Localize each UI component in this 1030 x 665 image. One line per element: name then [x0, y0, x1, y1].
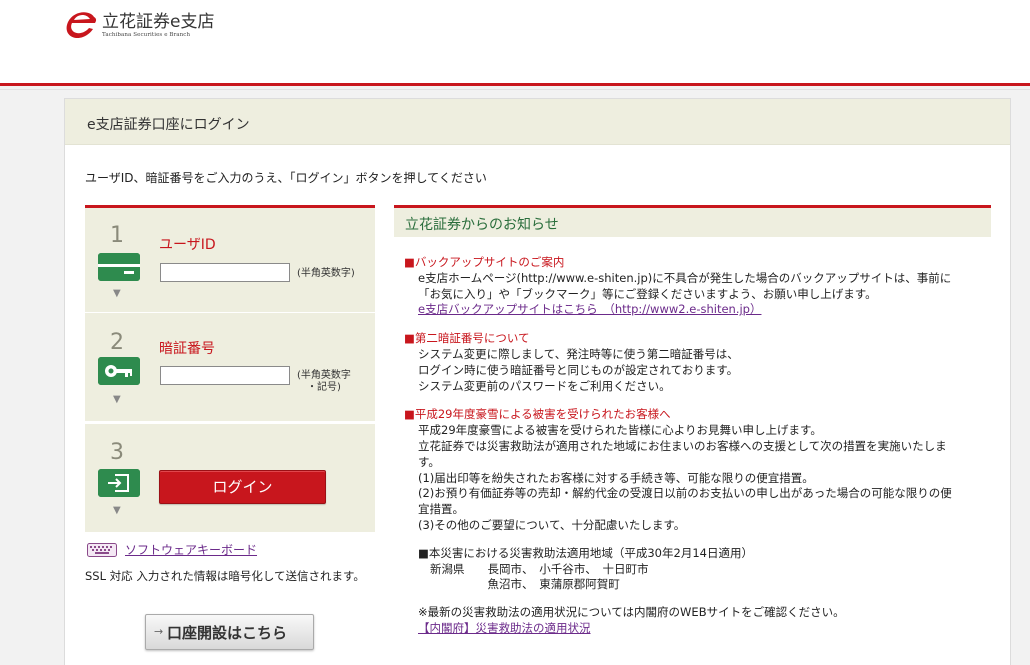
login-button[interactable]: ログイン	[159, 470, 326, 504]
news-section-title: ■第二暗証番号について	[404, 331, 530, 346]
step-number: 2	[110, 330, 124, 355]
page-title: e支店証券口座にログイン	[87, 117, 250, 133]
news-line: 「お気に入り」や「ブックマーク」等にご登録くださいますよう、お願い申し上げます。	[418, 286, 877, 301]
news-line: 宜措置。	[418, 502, 464, 517]
card-header: e支店証券口座にログイン	[65, 99, 1010, 145]
news-note: ※最新の災害救助法の適用状況については内閣府のWEBサイトをご確認ください。	[418, 605, 845, 620]
logo-subtitle: Tachibana Securities e Branch	[102, 32, 191, 38]
step-arrow-icon: ▼	[113, 505, 121, 516]
password-hint-line1: (半角英数字	[297, 370, 351, 381]
step-login: 3 ▼ ログイン	[85, 424, 375, 532]
user-id-input[interactable]	[160, 263, 290, 282]
logo-title: 立花証券e支店	[102, 12, 215, 32]
step-user-id: 1 ▼ ユーザID (半角英数字)	[85, 205, 375, 312]
ssl-note: SSL 対応 入力された情報は暗号化して送信されます。	[85, 569, 365, 583]
news-section-title: ■バックアップサイトのご案内	[404, 255, 565, 269]
site-header: 立花証券e支店 Tachibana Securities e Branch	[0, 0, 1030, 90]
news-area-line: 新潟県 長岡市、 小千谷市、 十日町市	[430, 561, 649, 576]
login-instruction: ユーザID、暗証番号をご入力のうえ、「ログイン」ボタンを押してください	[85, 171, 487, 185]
news-title: 立花証券からのお知らせ	[405, 217, 559, 233]
keyboard-icon	[87, 542, 117, 557]
news-body: ■バックアップサイトのご案内 e支店ホームページ(http://www.e-sh…	[404, 255, 991, 650]
login-card: e支店証券口座にログイン ユーザID、暗証番号をご入力のうえ、「ログイン」ボタン…	[64, 98, 1011, 665]
password-label: 暗証番号	[159, 341, 215, 357]
arrow-right-icon: →	[154, 625, 164, 638]
user-id-label: ユーザID	[159, 237, 216, 253]
news-line: (2)お預り有価証券等の売却・解約代金の受渡日以前のお支払いの申し出があった場合…	[418, 486, 952, 501]
news-section-backup: ■バックアップサイトのご案内 e支店ホームページ(http://www.e-sh…	[404, 255, 991, 318]
news-section-second-pin: ■第二暗証番号について システム変更に際しまして、発注時等に使う第二暗証番号は、…	[404, 331, 991, 394]
news-line: す。	[418, 454, 440, 469]
open-account-label: 口座開設はこちら	[167, 624, 288, 642]
step-number: 1	[110, 223, 124, 248]
news-header: 立花証券からのお知らせ	[394, 205, 991, 237]
software-keyboard-link[interactable]: ソフトウェアキーボード	[125, 541, 257, 558]
step-number: 3	[110, 440, 124, 465]
step-arrow-icon: ▼	[113, 288, 121, 299]
site-logo[interactable]: 立花証券e支店 Tachibana Securities e Branch	[64, 8, 214, 42]
news-line: システム変更前のパスワードをご利用ください。	[418, 378, 671, 393]
step-arrow-icon: ▼	[113, 394, 121, 405]
news-line: e支店ホームページ(http://www.e-shiten.jp)に不具合が発生…	[418, 270, 952, 285]
news-line: (3)その他のご要望について、十分配慮いたします。	[418, 517, 686, 532]
password-hint-line2: ・記号)	[307, 382, 341, 393]
password-hint: (半角英数字 ・記号)	[297, 370, 351, 394]
software-keyboard-row[interactable]: ソフトウェアキーボード	[87, 541, 257, 558]
backup-site-link[interactable]: e支店バックアップサイトはこちら （http://www2.e-shiten.j…	[418, 302, 761, 316]
logo-e-icon	[66, 12, 97, 39]
step-password: 2 ▼ 暗証番号 (半角英数字 ・記号)	[85, 313, 375, 421]
key-icon	[98, 357, 140, 385]
news-section-title: ■平成29年度豪雪による被害を受けられたお客様へ	[404, 407, 671, 422]
news-line: システム変更に際しまして、発注時等に使う第二暗証番号は、	[418, 346, 739, 361]
open-account-button[interactable]: → 口座開設はこちら	[145, 614, 314, 650]
cabinet-office-link[interactable]: 【内閣府】災害救助法の適用状況	[418, 621, 591, 635]
news-area-title: ■本災害における災害救助法適用地域（平成30年2月14日適用）	[418, 545, 753, 560]
user-id-hint: (半角英数字)	[297, 268, 355, 279]
news-line: (1)届出印等を紛失されたお客様に対する手続き等、可能な限りの便宜措置。	[418, 470, 814, 485]
id-card-icon	[98, 253, 140, 281]
news-line: 立花証券では災害救助法が適用された地域にお住まいのお客様への支援として次の措置を…	[418, 438, 947, 453]
logo-text: 立花証券e支店 Tachibana Securities e Branch	[102, 12, 214, 38]
login-door-icon	[98, 469, 140, 497]
news-line: ログイン時に使う暗証番号と同じものが設定されております。	[418, 362, 739, 377]
news-section-snow-disaster: ■平成29年度豪雪による被害を受けられたお客様へ 平成29年度豪雪による被害を受…	[404, 407, 991, 636]
password-input[interactable]	[160, 366, 290, 385]
news-line: 平成29年度豪雪による被害を受けられた皆様に心よりお見舞い申し上げます。	[418, 423, 822, 438]
news-area-line: 魚沼市、 東蒲原郡阿賀町	[430, 577, 620, 592]
